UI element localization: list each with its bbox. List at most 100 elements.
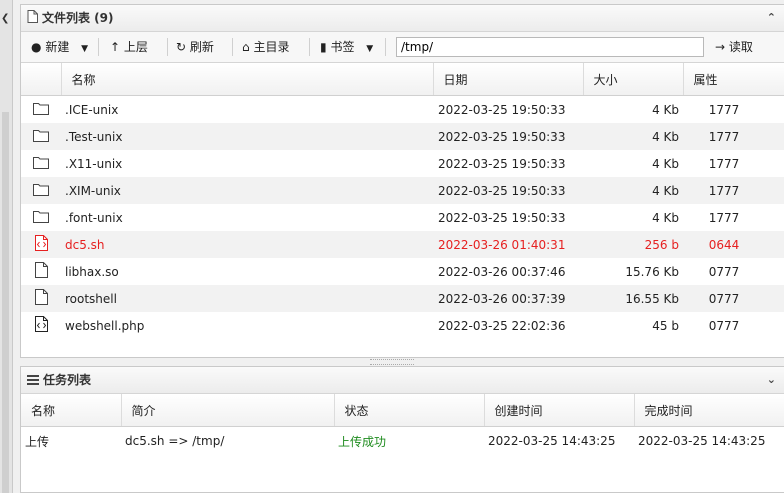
- caret-down-icon: ▼: [81, 44, 89, 54]
- file-name[interactable]: rootshell: [61, 285, 433, 312]
- file-size: 45 b: [652, 318, 679, 333]
- home-button[interactable]: ⌂ 主目录: [242, 37, 289, 57]
- task-col-created[interactable]: 创建时间: [484, 394, 635, 427]
- refresh-button[interactable]: ↻ 刷新: [176, 37, 214, 57]
- file-date: 2022-03-26 00:37:39: [433, 285, 583, 312]
- file-attr[interactable]: 1777: [683, 123, 784, 150]
- file-name[interactable]: .XIM-unix: [61, 177, 433, 204]
- toolbar-divider: [98, 38, 99, 56]
- file-size: 4 Kb: [652, 102, 679, 117]
- column-header-date[interactable]: 日期: [433, 63, 584, 96]
- code-file-icon: [34, 235, 48, 254]
- file-name[interactable]: libhax.so: [61, 258, 433, 285]
- task-desc: dc5.sh => /tmp/: [125, 434, 225, 448]
- file-name[interactable]: .Test-unix: [61, 123, 433, 150]
- toolbar-divider: [385, 38, 386, 56]
- expand-icon[interactable]: ⌄: [767, 367, 776, 393]
- file-icon: [34, 262, 48, 281]
- bookmark-icon: ▮: [320, 40, 327, 54]
- bookmark-button[interactable]: ▮ 书签 ▼: [320, 37, 373, 57]
- task-created: 2022-03-25 14:43:25: [488, 434, 616, 448]
- toolbar-divider: [167, 38, 168, 56]
- file-attr[interactable]: 1777: [683, 204, 784, 231]
- file-date: 2022-03-26 00:37:46: [438, 264, 566, 279]
- collapse-icon[interactable]: ⌃: [767, 5, 776, 31]
- file-size: 4 Kb: [583, 123, 683, 150]
- task-table: 名称 简介 状态 创建时间 完成时间 上传 dc5.sh => /tmp/上传成功…: [21, 394, 784, 455]
- file-list-panel: 文件列表 (9) ⌃ ● 新建 ▼ ↑ 上层 ↻ 刷新 ⌂ 主目录 ▮ 书签 ▼: [20, 4, 784, 358]
- file-table-header: 名称 日期 大小 属性: [21, 63, 784, 96]
- folder-icon: [33, 129, 49, 145]
- resize-handle[interactable]: [370, 359, 414, 365]
- file-toolbar: ● 新建 ▼ ↑ 上层 ↻ 刷新 ⌂ 主目录 ▮ 书签 ▼ → 读取: [21, 32, 784, 63]
- file-attr[interactable]: 0777: [683, 258, 784, 285]
- list-icon: [27, 368, 39, 394]
- file-row[interactable]: dc5.sh 2022-03-26 01:40:31 256 b 0644: [21, 231, 784, 258]
- file-name[interactable]: .X11-unix: [61, 150, 433, 177]
- file-row[interactable]: .Test-unix 2022-03-25 19:50:33 4 Kb 1777: [21, 123, 784, 150]
- refresh-label: 刷新: [189, 40, 214, 54]
- code-file-icon: [34, 316, 48, 335]
- task-col-name[interactable]: 名称: [21, 394, 122, 427]
- file-row[interactable]: .font-unix 2022-03-25 19:50:33 4 Kb 1777: [21, 204, 784, 231]
- file-row[interactable]: .XIM-unix 2022-03-25 19:50:33 4 Kb 1777: [21, 177, 784, 204]
- task-col-finished[interactable]: 完成时间: [634, 394, 784, 427]
- sidebar-scrollbar[interactable]: [2, 112, 9, 493]
- file-name[interactable]: webshell.php: [61, 312, 433, 339]
- file-row[interactable]: libhax.so 2022-03-26 00:37:46 15.76 Kb 0777: [21, 258, 784, 285]
- file-date: 2022-03-25 19:50:33: [433, 123, 583, 150]
- up-button[interactable]: ↑ 上层: [110, 37, 148, 57]
- task-row[interactable]: 上传 dc5.sh => /tmp/上传成功 2022-03-25 14:43:25…: [21, 427, 784, 456]
- file-name[interactable]: .font-unix: [61, 204, 433, 231]
- file-name[interactable]: .ICE-unix: [61, 96, 433, 124]
- folder-icon: [33, 183, 49, 199]
- file-date: 2022-03-25 19:50:33: [438, 102, 566, 117]
- file-row[interactable]: .X11-unix 2022-03-25 19:50:33 4 Kb 1777: [21, 150, 784, 177]
- arrow-up-icon: ↑: [110, 40, 121, 54]
- path-input[interactable]: [396, 37, 704, 57]
- file-size: 16.55 Kb: [583, 285, 683, 312]
- file-attr[interactable]: 1777: [683, 150, 784, 177]
- column-header-attr[interactable]: 属性: [683, 63, 784, 96]
- file-size: 4 Kb: [583, 177, 683, 204]
- up-label: 上层: [123, 40, 148, 54]
- task-panel-header: 任务列表 ⌄: [21, 367, 784, 394]
- new-button[interactable]: ● 新建 ▼: [31, 37, 88, 57]
- file-size: 4 Kb: [652, 156, 679, 171]
- file-attr[interactable]: 1777: [683, 177, 784, 204]
- file-row[interactable]: rootshell 2022-03-26 00:37:39 16.55 Kb 0777: [21, 285, 784, 312]
- home-label: 主目录: [253, 40, 290, 54]
- folder-icon: [33, 102, 49, 118]
- file-attr[interactable]: 0777: [683, 285, 784, 312]
- file-name[interactable]: dc5.sh: [61, 231, 433, 258]
- file-date: 2022-03-25 22:02:36: [438, 318, 566, 333]
- file-row[interactable]: webshell.php 2022-03-25 22:02:36 45 b 0777: [21, 312, 784, 339]
- chevron-left-icon[interactable]: ❮: [1, 13, 9, 24]
- left-sidebar-strip: ❮: [0, 0, 13, 493]
- folder-icon: [33, 156, 49, 172]
- file-attr[interactable]: 0644: [683, 231, 784, 258]
- column-header-name[interactable]: 名称: [61, 63, 434, 96]
- task-finished: 2022-03-25 14:43:25: [638, 434, 766, 448]
- task-table-header: 名称 简介 状态 创建时间 完成时间: [21, 394, 784, 427]
- file-table: 名称 日期 大小 属性 .ICE-unix 2022-03-25 19:50:33…: [21, 63, 784, 339]
- file-icon: [34, 289, 48, 308]
- bookmark-label: 书签: [330, 40, 355, 54]
- file-size: 4 Kb: [652, 210, 679, 225]
- task-col-status[interactable]: 状态: [334, 394, 485, 427]
- folder-icon: [33, 210, 49, 226]
- refresh-icon: ↻: [176, 40, 187, 54]
- file-date: 2022-03-25 19:50:33: [438, 156, 566, 171]
- read-label: 读取: [728, 40, 753, 54]
- task-col-desc[interactable]: 简介: [121, 394, 335, 427]
- file-attr[interactable]: 0777: [683, 312, 784, 339]
- file-date: 2022-03-26 01:40:31: [433, 231, 583, 258]
- task-status: 上传成功: [338, 434, 387, 449]
- file-row[interactable]: .ICE-unix 2022-03-25 19:50:33 4 Kb 1777: [21, 96, 784, 124]
- plus-circle-icon: ●: [31, 40, 42, 54]
- column-header-size[interactable]: 大小: [583, 63, 684, 96]
- toolbar-divider: [309, 38, 310, 56]
- file-attr[interactable]: 1777: [683, 96, 784, 124]
- file-size: 15.76 Kb: [625, 264, 679, 279]
- read-button[interactable]: → 读取: [715, 37, 753, 57]
